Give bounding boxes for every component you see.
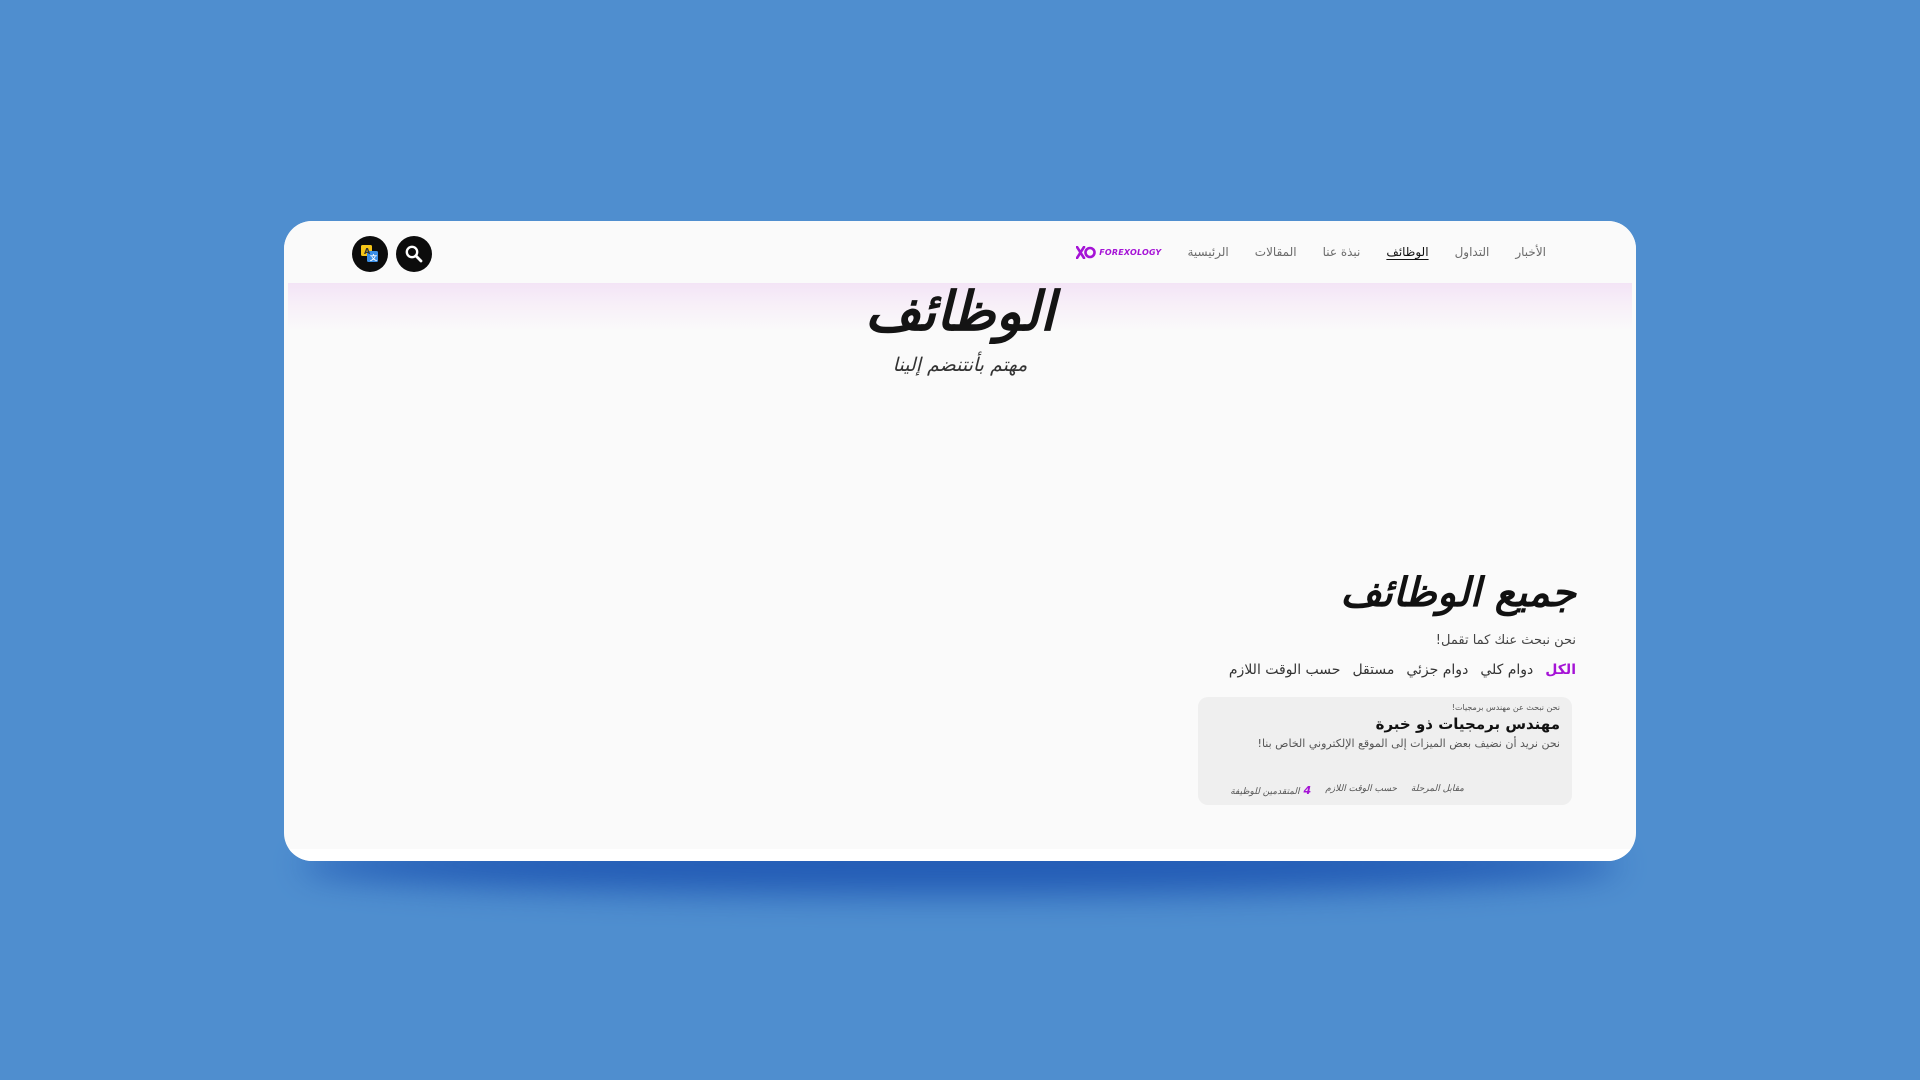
jobs-section-title: جميع الوظائف bbox=[1340, 570, 1576, 616]
job-card[interactable]: نحن نبحث عن مهندس برمجيات! مهندس برمجيات… bbox=[1198, 697, 1572, 805]
nav-link-about[interactable]: نبذة عنا bbox=[1323, 245, 1361, 259]
jobs-section-subtitle: نحن نبحث عنك كما تقمل! bbox=[1435, 633, 1576, 648]
nav-link-jobs[interactable]: الوظائف bbox=[1386, 245, 1428, 259]
filter-full-time[interactable]: دوام كلي bbox=[1480, 662, 1533, 678]
filter-freelance[interactable]: مستقل bbox=[1352, 662, 1394, 678]
brand-name: FOREXOLOGY bbox=[1099, 247, 1162, 257]
page-title: الوظائف bbox=[865, 280, 1055, 343]
filter-all[interactable]: الكل bbox=[1545, 662, 1576, 678]
job-description: نحن نريد أن نضيف بعض الميزات إلى الموقع … bbox=[1257, 737, 1560, 750]
main-navigation: FOREXOLOGY الرئيسية المقالات نبذة عنا ال… bbox=[1076, 241, 1546, 263]
job-kicker: نحن نبحث عن مهندس برمجيات! bbox=[1451, 703, 1560, 712]
window-footer-strip bbox=[284, 849, 1636, 861]
search-icon bbox=[405, 245, 423, 263]
job-title: مهندس برمجيات ذو خبرة bbox=[1375, 715, 1560, 733]
desktop-background: A 文 FOREXOLOGY الرئيسية المقالات نبذة عن… bbox=[0, 0, 1920, 1080]
nav-link-home[interactable]: الرئيسية bbox=[1187, 245, 1228, 259]
job-stage: مقابل المرحلة bbox=[1410, 784, 1464, 794]
search-button[interactable] bbox=[396, 236, 432, 272]
logo-icon bbox=[1076, 245, 1097, 259]
svg-text:文: 文 bbox=[370, 253, 378, 262]
filter-part-time[interactable]: دوام جزئي bbox=[1406, 662, 1468, 678]
nav-link-trading[interactable]: التداول bbox=[1455, 245, 1490, 259]
nav-link-articles[interactable]: المقالات bbox=[1255, 245, 1297, 259]
filter-as-needed[interactable]: حسب الوقت اللازم bbox=[1229, 662, 1341, 678]
brand-logo[interactable]: FOREXOLOGY bbox=[1076, 245, 1162, 259]
applicants-count: 4 bbox=[1303, 784, 1312, 797]
job-meta: مقابل المرحلة حسب الوقت اللازم 4 المتقدم… bbox=[1230, 784, 1464, 797]
job-applicants: 4 المتقدمين للوظيفة bbox=[1230, 784, 1311, 797]
top-navigation-bar: A 文 FOREXOLOGY الرئيسية المقالات نبذة عن… bbox=[284, 221, 1636, 283]
job-filter-tabs: الكل دوام كلي دوام جزئي مستقل حسب الوقت … bbox=[1229, 662, 1576, 678]
translate-icon: A 文 bbox=[361, 245, 378, 262]
translate-button[interactable]: A 文 bbox=[352, 236, 388, 272]
job-schedule: حسب الوقت اللازم bbox=[1325, 784, 1397, 794]
nav-link-news[interactable]: الأخبار bbox=[1515, 245, 1546, 259]
page-subtitle: مهتم بأنتنضم إلينا bbox=[892, 354, 1028, 376]
browser-window: A 文 FOREXOLOGY الرئيسية المقالات نبذة عن… bbox=[284, 221, 1636, 861]
applicants-label: المتقدمين للوظيفة bbox=[1230, 787, 1300, 797]
